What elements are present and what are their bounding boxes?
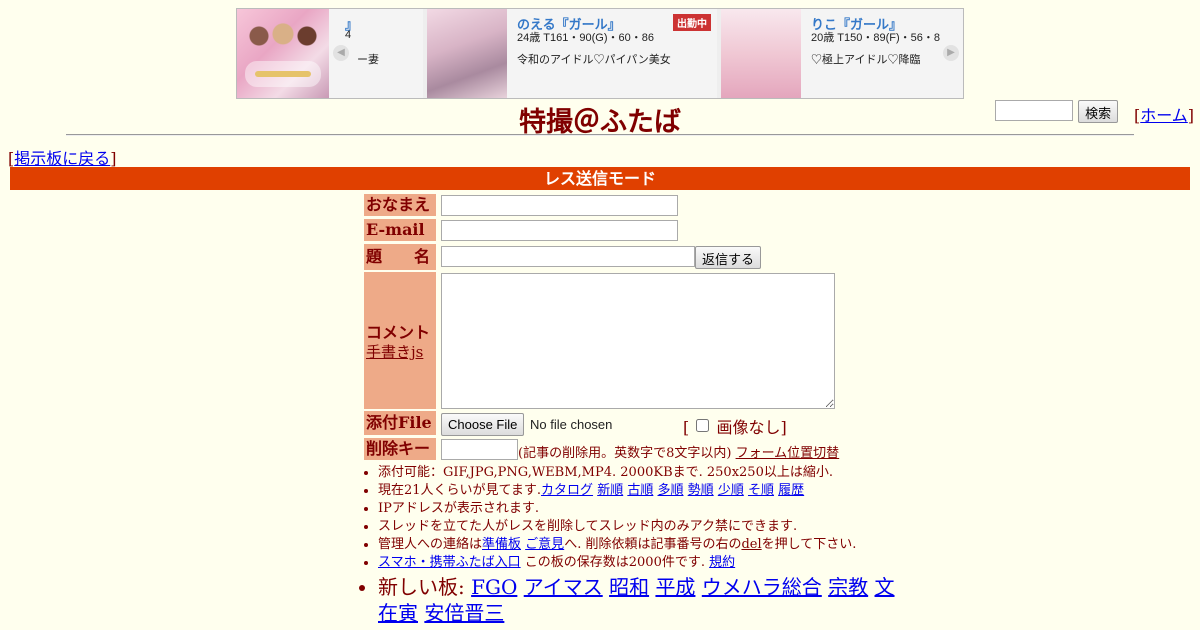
- board-link-abe[interactable]: 安倍晋三: [424, 601, 504, 625]
- delete-key-label: 削除キー: [364, 438, 436, 460]
- email-field[interactable]: [441, 220, 678, 241]
- comment-textarea[interactable]: [441, 273, 835, 409]
- list-item: 管理人への連絡は準備板 ご意見へ. 削除依頼は記事番号の右のdelを押して下さい…: [378, 536, 898, 554]
- history-link[interactable]: 履歴: [778, 483, 804, 498]
- ad-logo-image[interactable]: [237, 9, 329, 98]
- bracket-close: ]: [780, 418, 787, 437]
- ad-card-stats: 24歳 T161・90(G)・60・86: [517, 32, 654, 44]
- catalog-link[interactable]: カタログ: [541, 483, 593, 498]
- delete-key-field[interactable]: [441, 439, 518, 460]
- storage-text: この板の保存数は2000件です.: [520, 555, 705, 570]
- ad-prev-icon[interactable]: ◀: [333, 45, 349, 61]
- comment-label: コメント: [366, 323, 431, 342]
- delete-key-note-text: (記事の削除用。英数字で8文字以内): [518, 446, 732, 461]
- no-file-text: No file chosen: [530, 417, 613, 432]
- ad-card-riko[interactable]: りこ『ガール』 20歳 T150・89(F)・56・8 ♡極上アイドル♡降臨: [721, 9, 963, 98]
- no-image-label: 画像なし: [716, 418, 781, 437]
- status-badge: 出勤中: [673, 14, 711, 31]
- sort-new-link[interactable]: 新順: [597, 483, 623, 498]
- list-item: IPアドレスが表示されます.: [378, 500, 898, 518]
- ad-banner[interactable]: 』 4 ー妻 ◀ のえる『ガール』 出勤中 24歳 T161・90(G)・60・…: [236, 8, 964, 99]
- list-item: スマホ・携帯ふたば入口 この板の保存数は2000件です. 規約: [378, 554, 898, 572]
- ad-card-desc: 令和のアイドル♡パイパン美女: [517, 54, 671, 66]
- ad-card-stats: 4: [345, 29, 352, 41]
- search-input[interactable]: [995, 100, 1073, 121]
- back-nav: [掲示板に戻る]: [8, 145, 117, 169]
- home-nav: [ホーム]: [1134, 102, 1194, 126]
- home-link[interactable]: ホーム: [1140, 106, 1188, 125]
- sort-many-link[interactable]: 多順: [658, 483, 684, 498]
- submit-reply-button[interactable]: 返信する: [695, 246, 762, 269]
- new-boards-label: 新しい板:: [378, 575, 465, 599]
- rules-link[interactable]: 規約: [709, 555, 735, 570]
- no-image-checkbox[interactable]: [696, 419, 710, 432]
- bracket-close: ]: [1187, 106, 1195, 125]
- board-link-fgo[interactable]: FGO: [471, 575, 517, 599]
- del-link[interactable]: del: [741, 537, 761, 552]
- name-label: おなまえ: [364, 194, 436, 216]
- sort-momentum-link[interactable]: 勢順: [688, 483, 714, 498]
- board-link-showa[interactable]: 昭和: [609, 575, 649, 599]
- prep-board-link[interactable]: 準備板: [482, 537, 521, 552]
- sort-so-link[interactable]: そ順: [748, 483, 774, 498]
- delete-key-note: (記事の削除用。英数字で8文字以内) フォーム位置切替: [518, 442, 839, 461]
- form-position-toggle-link[interactable]: フォーム位置切替: [736, 446, 840, 461]
- divider: [66, 134, 1134, 136]
- file-label: 添付File: [364, 411, 436, 435]
- sort-few-link[interactable]: 少順: [718, 483, 744, 498]
- comment-label-cell: コメント 手書きjs: [364, 272, 436, 409]
- ad-card-noeru[interactable]: のえる『ガール』 出勤中 24歳 T161・90(G)・60・86 令和のアイド…: [427, 9, 717, 98]
- sort-old-link[interactable]: 古順: [627, 483, 653, 498]
- email-label: E-mail: [364, 219, 436, 241]
- ad-card-stats: 20歳 T150・89(F)・56・8: [811, 32, 940, 44]
- subject-label: 題 名: [364, 244, 436, 270]
- subject-field[interactable]: [441, 246, 695, 267]
- search-button[interactable]: 検索: [1078, 100, 1119, 123]
- ad-next-icon[interactable]: ▶: [943, 45, 959, 61]
- choose-file-button[interactable]: Choose File: [441, 413, 525, 436]
- mobile-entrance-link[interactable]: スマホ・携帯ふたば入口: [378, 555, 521, 570]
- contact-text: 管理人への連絡は: [378, 537, 483, 552]
- ad-card-desc: ♡極上アイドル♡降臨: [811, 54, 921, 66]
- bracket-close: ]: [110, 149, 117, 168]
- ad-card-photo: [427, 9, 507, 98]
- search-form: 検索: [995, 100, 1119, 123]
- ad-card-desc: ー妻: [357, 54, 379, 66]
- contact-text: へ. 削除依頼は記事番号の右の: [564, 537, 742, 552]
- name-field[interactable]: [441, 195, 678, 216]
- notes-list: 添付可能：GIF,JPG,PNG,WEBM,MP4. 2000KBまで. 250…: [360, 464, 898, 626]
- new-boards-item: 新しい板: FGO アイマス 昭和 平成 ウメハラ総合 宗教 文在寅 安倍晋三: [378, 574, 898, 626]
- handwrite-link[interactable]: 手書きjs: [366, 341, 423, 362]
- reply-mode-bar: レス送信モード: [10, 167, 1190, 190]
- ad-card-photo: [721, 9, 801, 98]
- board-link-religion[interactable]: 宗教: [828, 575, 868, 599]
- list-item: スレッドを立てた人がレスを削除してスレッド内のみアク禁にできます.: [378, 518, 898, 536]
- board-link-heisei[interactable]: 平成: [655, 575, 695, 599]
- no-image-option: [ 画像なし]: [683, 414, 787, 438]
- list-item: 現在21人くらいが見てます.カタログ 新順 古順 多順 勢順 少順 そ順 履歴: [378, 482, 898, 500]
- viewer-count-text: 現在21人くらいが見てます.: [378, 483, 542, 498]
- back-to-board-link[interactable]: 掲示板に戻る: [14, 149, 110, 168]
- board-link-umehara[interactable]: ウメハラ総合: [702, 575, 822, 599]
- list-item: 添付可能：GIF,JPG,PNG,WEBM,MP4. 2000KBまで. 250…: [378, 464, 898, 482]
- contact-text: を押して下さい.: [761, 537, 857, 552]
- bracket-open: [: [683, 418, 690, 437]
- board-link-imas[interactable]: アイマス: [524, 575, 603, 599]
- feedback-link[interactable]: ご意見: [525, 537, 564, 552]
